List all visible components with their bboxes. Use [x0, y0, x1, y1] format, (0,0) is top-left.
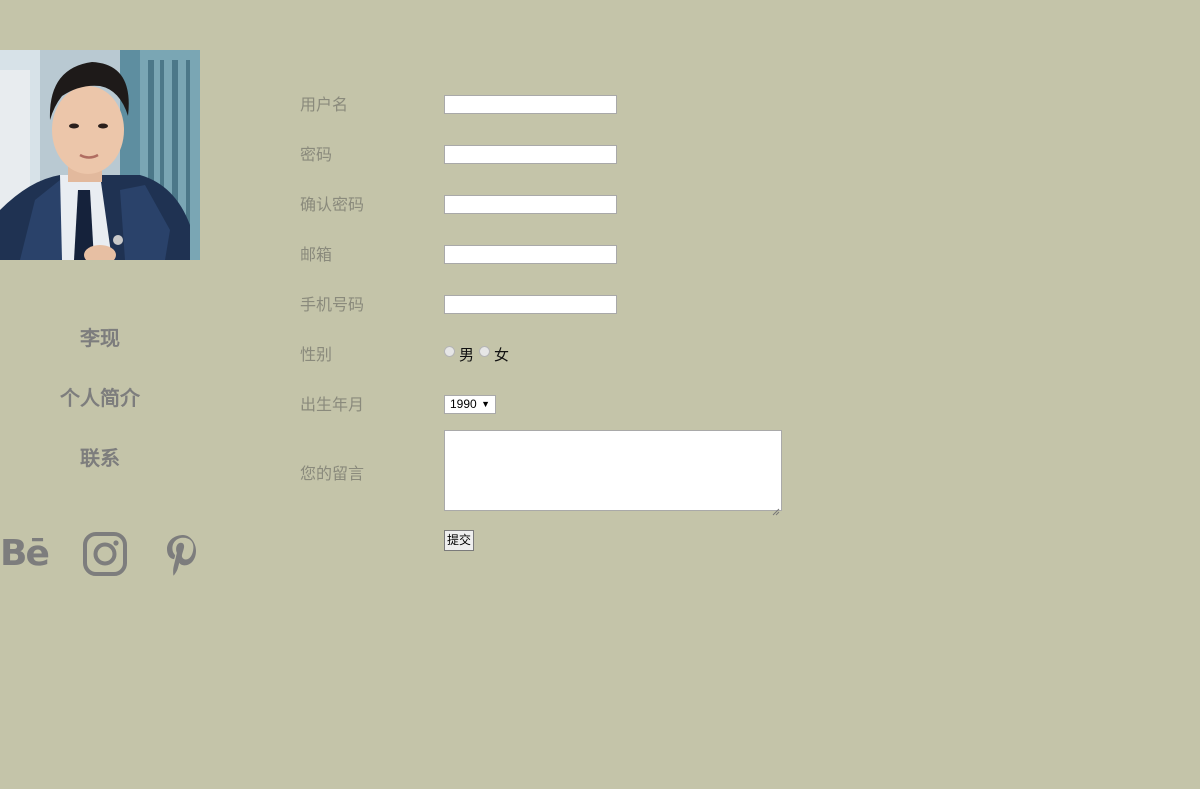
instagram-icon[interactable] [82, 531, 128, 577]
gender-female-label[interactable]: 女 [494, 344, 509, 365]
gender-radio-group: 男 女 [444, 344, 514, 364]
birth-year-value: 1990 [450, 397, 477, 411]
password-label: 密码 [300, 145, 333, 164]
birth-year-select[interactable]: 1990 ▼ [444, 395, 496, 414]
username-label: 用户名 [300, 95, 349, 114]
confirm-password-label: 确认密码 [300, 195, 365, 214]
confirm-password-input[interactable] [444, 195, 617, 214]
nav-item-contact[interactable]: 联系 [0, 446, 200, 470]
nav-item-name[interactable]: 李现 [0, 326, 200, 350]
behance-icon[interactable]: Bē [0, 534, 50, 574]
gender-male-label[interactable]: 男 [459, 344, 474, 365]
pinterest-icon[interactable] [164, 533, 202, 577]
phone-input[interactable] [444, 295, 617, 314]
email-label: 邮箱 [300, 245, 333, 264]
avatar [0, 50, 200, 260]
phone-label: 手机号码 [300, 295, 365, 314]
email-input[interactable] [444, 245, 617, 264]
gender-label: 性别 [300, 345, 333, 364]
gender-male-radio[interactable] [444, 345, 455, 357]
birth-label: 出生年月 [300, 395, 365, 414]
nav-item-profile[interactable]: 个人简介 [0, 386, 200, 410]
message-textarea[interactable] [444, 430, 782, 516]
dropdown-arrow-icon: ▼ [481, 399, 490, 409]
submit-button[interactable]: 提交 [444, 530, 474, 551]
username-input[interactable] [444, 95, 617, 114]
page: 李现 个人简介 联系 Bē 用户名 密码 确认密码 邮箱 手机号码 性别 男 女… [0, 0, 1200, 789]
message-label: 您的留言 [300, 464, 365, 483]
gender-female-radio[interactable] [479, 345, 491, 357]
resize-grip-icon[interactable] [772, 501, 780, 516]
password-input[interactable] [444, 145, 617, 164]
